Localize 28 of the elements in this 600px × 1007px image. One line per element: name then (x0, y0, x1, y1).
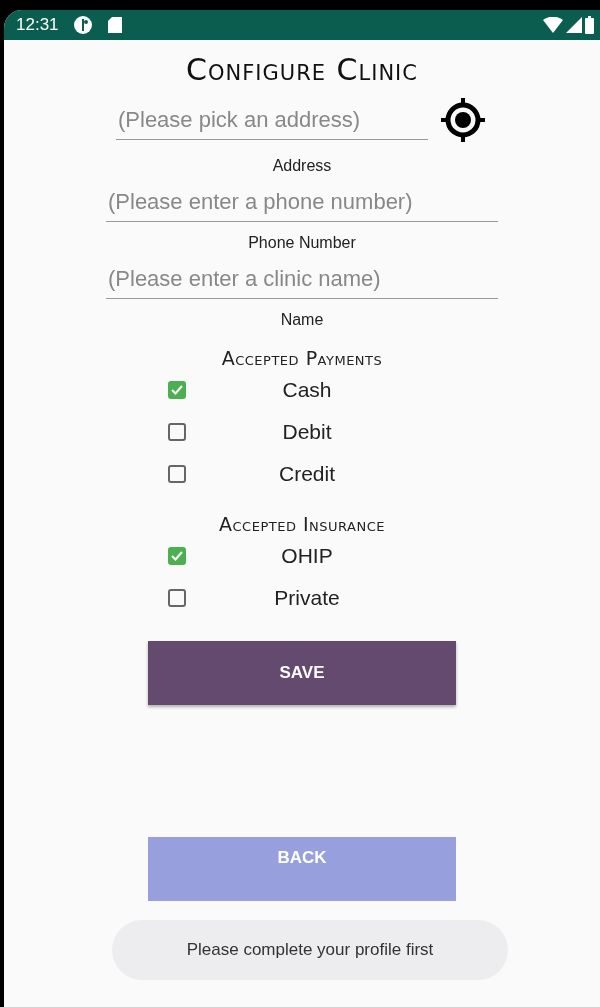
status-time: 12:31 (16, 15, 59, 35)
wifi-icon (543, 17, 563, 33)
field-label: Name (280, 311, 324, 329)
signal-icon (566, 17, 582, 33)
input-field[interactable]: (Please enter a clinic name) (106, 260, 498, 299)
checkbox[interactable] (168, 547, 186, 565)
checkbox-label: OHIP (280, 544, 334, 568)
checkbox-label: Cash (281, 378, 333, 402)
checkbox[interactable] (168, 465, 186, 483)
field-label: Address (272, 157, 332, 175)
location-target-icon[interactable] (438, 95, 488, 145)
input-field[interactable]: (Please pick an address) (116, 100, 428, 140)
app-notification-icon (72, 15, 93, 35)
checkbox[interactable] (168, 423, 186, 441)
section-heading: Accepted Payments (221, 347, 383, 369)
checkbox-label: Debit (281, 420, 333, 444)
checkbox-label: Private (273, 586, 341, 610)
checkbox[interactable] (168, 589, 186, 607)
checkbox-label: Credit (278, 462, 336, 486)
section-heading: Accepted Insurance (219, 513, 385, 535)
save-button[interactable]: SAVE (148, 641, 456, 705)
screen-title: Configure Clinic (186, 52, 418, 87)
checkbox[interactable] (168, 381, 186, 399)
input-field[interactable]: (Please enter a phone number) (106, 183, 498, 222)
battery-icon (585, 16, 594, 34)
toast-message: Please complete your profile first (112, 920, 508, 980)
sd-card-icon (106, 16, 123, 34)
field-label: Phone Number (248, 234, 356, 252)
